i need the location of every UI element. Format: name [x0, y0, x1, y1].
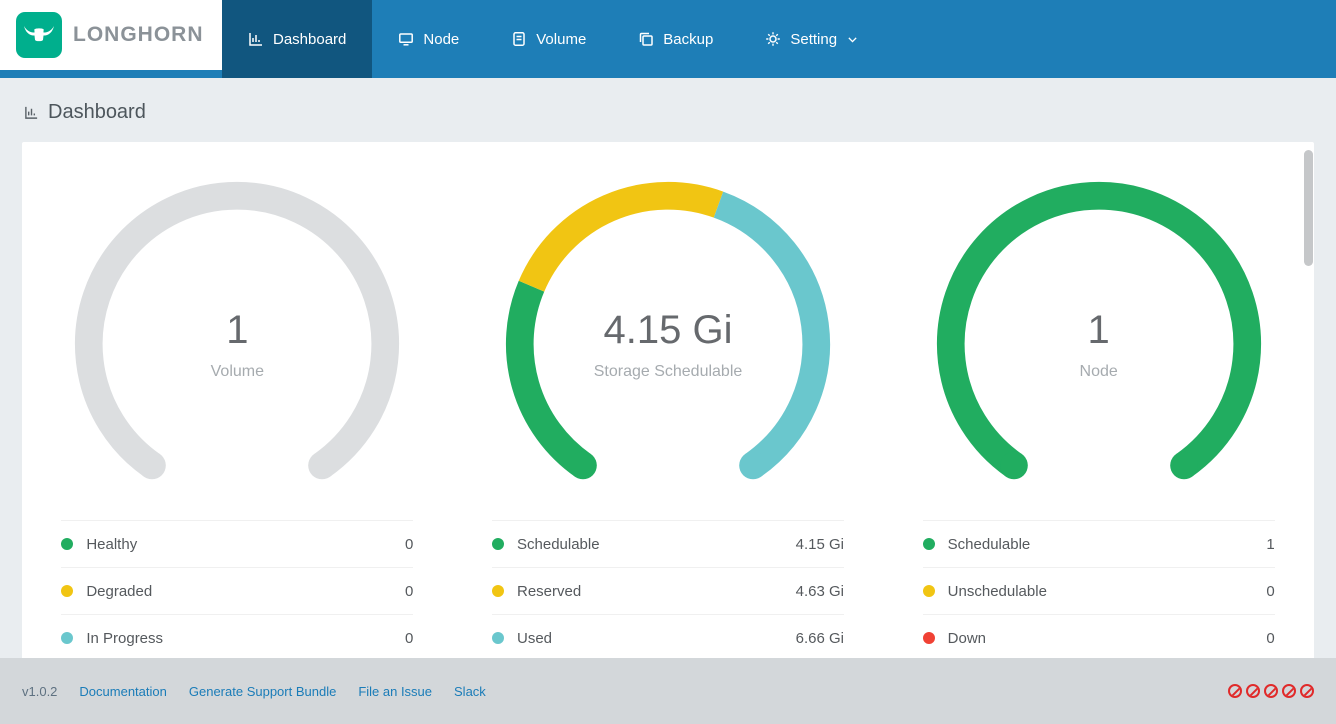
- broken-image-icon[interactable]: [1264, 684, 1278, 698]
- legend-row: Healthy 0: [61, 521, 413, 568]
- legend-label: Used: [517, 630, 552, 647]
- legend-label: Reserved: [517, 583, 581, 600]
- legend-label: Down: [948, 630, 986, 647]
- nav-tab-setting[interactable]: Setting: [739, 0, 885, 78]
- legend-row: Reserved 4.63 Gi: [492, 568, 844, 615]
- legend-dot: [923, 632, 935, 644]
- legend-dot: [923, 538, 935, 550]
- node-gauge: 1 Node: [931, 176, 1267, 512]
- node-chart-column: 1 Node Schedulable 1 Unschedulable 0: [883, 176, 1314, 662]
- backup-icon: [638, 31, 654, 47]
- legend-row: Used 6.66 Gi: [492, 615, 844, 662]
- logo[interactable]: LONGHORN: [0, 0, 222, 70]
- main-nav: Dashboard Node Volume: [222, 0, 885, 78]
- node-icon: [398, 31, 414, 47]
- volume-gauge: 1 Volume: [69, 176, 405, 512]
- gauge-row: 1 Volume Healthy 0 Degraded 0: [22, 142, 1314, 662]
- broken-image-icon[interactable]: [1282, 684, 1296, 698]
- footer-link-file-issue[interactable]: File an Issue: [358, 684, 432, 699]
- nav-tab-volume[interactable]: Volume: [485, 0, 612, 78]
- legend-value: 0: [405, 583, 413, 600]
- legend-dot: [923, 585, 935, 597]
- scrollbar-thumb[interactable]: [1304, 150, 1313, 266]
- legend-label: Degraded: [86, 583, 152, 600]
- legend-row: Unschedulable 0: [923, 568, 1275, 615]
- legend-dot: [61, 632, 73, 644]
- legend-value: 1: [1266, 536, 1274, 553]
- nav-tab-backup[interactable]: Backup: [612, 0, 739, 78]
- dashboard-icon: [248, 31, 264, 47]
- legend-value: 4.15 Gi: [796, 536, 844, 553]
- broken-image-icon[interactable]: [1228, 684, 1242, 698]
- nav-tab-label: Node: [423, 31, 459, 48]
- node-legend: Schedulable 1 Unschedulable 0 Down 0: [923, 520, 1275, 662]
- legend-row: In Progress 0: [61, 615, 413, 662]
- page-title-row: Dashboard: [0, 78, 1336, 142]
- legend-dot: [492, 585, 504, 597]
- legend-label: Unschedulable: [948, 583, 1047, 600]
- legend-value: 4.63 Gi: [796, 583, 844, 600]
- nav-tab-label: Setting: [790, 31, 837, 48]
- header: LONGHORN Dashboard Node: [0, 0, 1336, 78]
- footer-link-documentation[interactable]: Documentation: [79, 684, 166, 699]
- footer-link-support-bundle[interactable]: Generate Support Bundle: [189, 684, 336, 699]
- legend-dot: [61, 538, 73, 550]
- legend-value: 6.66 Gi: [796, 630, 844, 647]
- legend-value: 0: [405, 630, 413, 647]
- legend-value: 0: [405, 536, 413, 553]
- storage-chart-column: 4.15 Gi Storage Schedulable Schedulable …: [453, 176, 884, 662]
- page-title: Dashboard: [48, 101, 146, 124]
- broken-image-icon[interactable]: [1246, 684, 1260, 698]
- footer: v1.0.2 Documentation Generate Support Bu…: [0, 658, 1336, 724]
- volume-gauge-chart: [69, 176, 405, 512]
- version-label: v1.0.2: [22, 684, 57, 699]
- setting-icon: [765, 31, 781, 47]
- storage-gauge: 4.15 Gi Storage Schedulable: [500, 176, 836, 512]
- chevron-down-icon: [846, 33, 859, 46]
- nav-tab-label: Backup: [663, 31, 713, 48]
- bar-chart-icon: [24, 105, 39, 120]
- logo-text: LONGHORN: [73, 23, 204, 47]
- footer-social-icons: [1228, 684, 1314, 698]
- legend-label: Schedulable: [948, 536, 1031, 553]
- nav-tab-dashboard[interactable]: Dashboard: [222, 0, 372, 78]
- legend-value: 0: [1266, 630, 1274, 647]
- legend-label: Healthy: [86, 536, 137, 553]
- nav-tab-label: Dashboard: [273, 31, 346, 48]
- legend-label: Schedulable: [517, 536, 600, 553]
- legend-value: 0: [1266, 583, 1274, 600]
- storage-legend: Schedulable 4.15 Gi Reserved 4.63 Gi Use…: [492, 520, 844, 662]
- volume-icon: [511, 31, 527, 47]
- legend-dot: [492, 632, 504, 644]
- footer-link-slack[interactable]: Slack: [454, 684, 486, 699]
- broken-image-icon[interactable]: [1300, 684, 1314, 698]
- legend-dot: [61, 585, 73, 597]
- legend-dot: [492, 538, 504, 550]
- legend-row: Down 0: [923, 615, 1275, 662]
- legend-row: Degraded 0: [61, 568, 413, 615]
- nav-tab-node[interactable]: Node: [372, 0, 485, 78]
- volume-legend: Healthy 0 Degraded 0 In Progress 0: [61, 520, 413, 662]
- volume-chart-column: 1 Volume Healthy 0 Degraded 0: [22, 176, 453, 662]
- legend-row: Schedulable 4.15 Gi: [492, 521, 844, 568]
- nav-tab-label: Volume: [536, 31, 586, 48]
- dashboard-card: 1 Volume Healthy 0 Degraded 0: [22, 142, 1314, 702]
- legend-label: In Progress: [86, 630, 163, 647]
- storage-gauge-chart: [500, 176, 836, 512]
- node-gauge-chart: [931, 176, 1267, 512]
- longhorn-app: LONGHORN Dashboard Node: [0, 0, 1336, 724]
- legend-row: Schedulable 1: [923, 521, 1275, 568]
- longhorn-logo-icon: [16, 12, 62, 58]
